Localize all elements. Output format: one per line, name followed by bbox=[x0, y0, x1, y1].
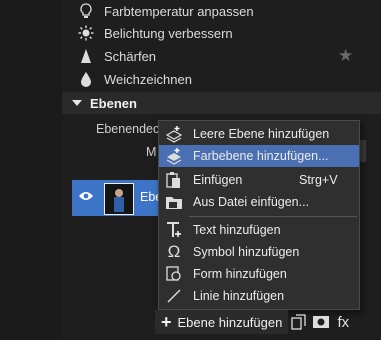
drop-icon bbox=[78, 71, 94, 87]
add-layer-context-menu: Leere Ebene hinzufügen Farbebene hinzufü… bbox=[158, 120, 360, 310]
layers-bottom-bar: + Ebene hinzufügen fx bbox=[155, 310, 355, 334]
tool-blur[interactable]: Weichzeichnen bbox=[78, 68, 192, 90]
paste-icon bbox=[165, 171, 183, 189]
menu-item-label: Leere Ebene hinzufügen bbox=[193, 127, 330, 141]
menu-item-label: Form hinzufügen bbox=[193, 267, 287, 281]
menu-item-label: Symbol hinzufügen bbox=[193, 245, 300, 259]
omega-icon: Ω bbox=[167, 242, 181, 261]
eye-icon[interactable] bbox=[78, 190, 94, 205]
menu-item-label: Aus Datei einfügen... bbox=[193, 195, 310, 209]
mode-label: M bbox=[146, 145, 157, 159]
menu-item-insert-from-file[interactable]: Aus Datei einfügen... bbox=[159, 191, 359, 213]
layers-section-header[interactable]: Ebenen bbox=[62, 92, 381, 114]
section-title: Ebenen bbox=[90, 95, 137, 111]
tool-label: Weichzeichnen bbox=[104, 71, 192, 87]
add-layer-label: Ebene hinzufügen bbox=[177, 314, 283, 330]
sharpen-triangle-icon bbox=[78, 48, 94, 64]
menu-item-label: Text hinzufügen bbox=[193, 223, 281, 237]
mask-icon[interactable] bbox=[310, 311, 332, 333]
tool-label: Schärfen bbox=[104, 48, 157, 64]
duplicate-icon[interactable] bbox=[288, 311, 310, 333]
left-strip bbox=[0, 0, 62, 340]
file-insert-icon bbox=[165, 193, 183, 211]
layer-thumbnail bbox=[104, 183, 134, 215]
add-layer-button[interactable]: + Ebene hinzufügen bbox=[155, 310, 289, 334]
line-icon bbox=[165, 287, 183, 305]
tool-exposure[interactable]: Belichtung verbessern bbox=[78, 22, 233, 44]
menu-separator bbox=[189, 216, 357, 217]
lightbulb-icon bbox=[78, 3, 94, 19]
plus-icon: + bbox=[161, 312, 172, 332]
menu-item-symbol[interactable]: Ω Symbol hinzufügen bbox=[159, 241, 359, 263]
menu-item-label: Linie hinzufügen bbox=[193, 289, 285, 303]
color-layer-icon bbox=[165, 147, 183, 165]
text-icon bbox=[165, 221, 183, 239]
tool-label: Farbtemperatur anpassen bbox=[104, 3, 254, 19]
tool-label: Belichtung verbessern bbox=[104, 25, 233, 41]
menu-item-label: Einfügen bbox=[193, 173, 243, 187]
shape-icon bbox=[165, 265, 183, 283]
tool-color-temperature[interactable]: Farbtemperatur anpassen bbox=[78, 0, 254, 22]
menu-item-shape[interactable]: Form hinzufügen bbox=[159, 263, 359, 285]
menu-item-color-layer[interactable]: Farbebene hinzufügen... bbox=[159, 145, 359, 167]
menu-item-empty-layer[interactable]: Leere Ebene hinzufügen bbox=[159, 123, 359, 145]
fx-icon[interactable]: fx bbox=[332, 311, 354, 333]
tool-sharpen[interactable]: Schärfen bbox=[78, 45, 156, 67]
sun-icon bbox=[78, 25, 94, 41]
favorite-star-icon[interactable]: ★ bbox=[338, 46, 353, 66]
menu-item-paste[interactable]: Einfügen Strg+V bbox=[159, 169, 359, 191]
layers-add-icon bbox=[165, 125, 183, 143]
menu-item-label: Farbebene hinzufügen... bbox=[193, 149, 329, 163]
menu-item-shortcut: Strg+V bbox=[299, 173, 338, 187]
menu-item-line[interactable]: Linie hinzufügen bbox=[159, 285, 359, 307]
opacity-label: Ebenendeck bbox=[96, 122, 166, 136]
edit-panel: Farbtemperatur anpassen Belichtung verbe… bbox=[0, 0, 381, 340]
menu-item-text[interactable]: Text hinzufügen bbox=[159, 219, 359, 241]
collapse-triangle-icon bbox=[72, 100, 82, 106]
